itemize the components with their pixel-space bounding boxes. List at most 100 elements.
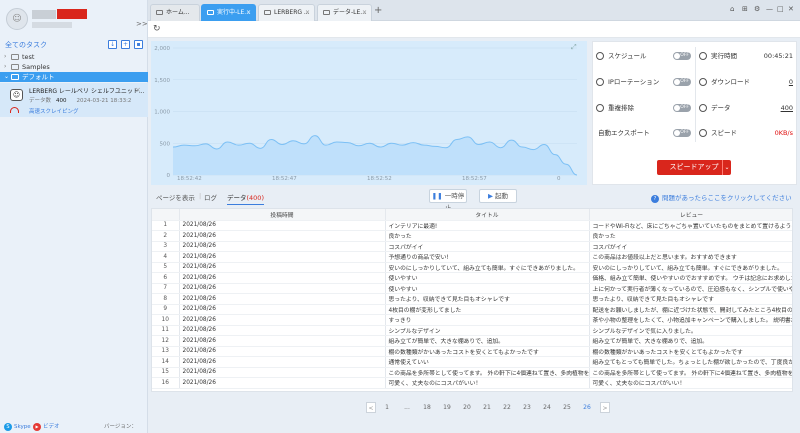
expand-icon[interactable]: ⤢ (571, 43, 577, 52)
table-row[interactable]: 14 2021/08/26 通常使えていい 組み立てもとっても簡単でした。ちょっとした… (152, 356, 792, 368)
tree-item-samples[interactable]: › Samples (0, 62, 148, 72)
import-icon[interactable]: ↓ (108, 40, 117, 49)
schedule-toggle[interactable]: OFF (673, 52, 691, 60)
ip-rotation-toggle[interactable]: OFF (673, 78, 691, 86)
table-row[interactable]: 9 2021/08/26 4枚目の棚が変形してました 配送をお願いしましたが、棚に近づ… (152, 304, 792, 315)
title-cell: 良かった (385, 230, 590, 242)
page-button[interactable]: 1 (380, 402, 394, 413)
auto-export-toggle[interactable]: OFF (673, 129, 691, 137)
page-button[interactable]: 20 (460, 402, 474, 413)
page-button[interactable]: 22 (500, 402, 514, 413)
next-page-button[interactable]: > (600, 402, 610, 413)
page-button[interactable]: 25 (560, 402, 574, 413)
youtube-icon[interactable]: ▶ (33, 423, 41, 431)
data-value[interactable]: 400 (781, 101, 793, 115)
table-row[interactable]: 10 2021/08/26 すっきり 茶や小物の整理をしたくて、小物追加キャンペーンで… (152, 314, 792, 326)
grid-icon[interactable]: ⊞ (742, 5, 748, 13)
page-button[interactable]: 23 (520, 402, 534, 413)
column-header[interactable]: レビュー (589, 209, 792, 221)
dedupe-toggle[interactable]: OFF (673, 104, 691, 112)
refresh-icon[interactable]: ↻ (153, 24, 161, 34)
calendar-icon (596, 52, 604, 60)
table-row[interactable]: 16 2021/08/26 可愛く、丈夫なのにコスパがいい！ 可愛く、丈夫なのにコスパ… (152, 377, 792, 389)
download-icon (699, 78, 707, 86)
tree-item-test[interactable]: › test (0, 52, 148, 62)
page-button[interactable]: 18 (420, 402, 434, 413)
clock-icon (699, 52, 707, 60)
table-row[interactable]: 3 2021/08/26 コスパがイイ コスパがイイ (152, 241, 792, 252)
stat-label: スケジュール (608, 52, 647, 60)
page-button[interactable]: 21 (480, 402, 494, 413)
tree-item-default[interactable]: ⌄ デフォルト (0, 72, 148, 82)
close-icon[interactable]: × (305, 5, 310, 20)
help-link[interactable]: ? 問題があったらここをクリックしてください (651, 192, 792, 203)
page-button[interactable]: 26 (580, 402, 594, 413)
table-row[interactable]: 8 2021/08/26 思ったより、収納できて見た目もオシャレです 思ったより、収納… (152, 293, 792, 305)
table-row[interactable]: 11 2021/08/26 シンプルなデザイン シンプルなデザインで気に入りました。 (152, 325, 792, 336)
stat-data: データ 400 (699, 101, 793, 115)
user-profile[interactable]: ☺ >> (0, 0, 148, 38)
review-cell: 茶や小物の整理をしたくて、小物追加キャンペーンで購入しました。 説明書がもう少.… (589, 314, 792, 326)
page-button[interactable]: 19 (440, 402, 454, 413)
tab-home[interactable]: ホーム... (150, 4, 200, 21)
table-row[interactable]: 2 2021/08/26 良かった 良かった (152, 230, 792, 242)
review-cell: 配送をお願いしましたが、棚に近づけた状態で、開封してみたところ4枚目の棚が変..… (589, 304, 792, 315)
speed-chart: 2,000 1,500 1,000 500 0 18:52:42 18:52:47 18:52… (151, 41, 587, 185)
minimize-icon[interactable]: — (766, 5, 773, 13)
tab-log[interactable]: ログ (204, 192, 217, 202)
close-icon[interactable]: × (362, 5, 367, 20)
start-button[interactable]: ▶ 起動 (479, 189, 517, 203)
new-task-icon[interactable]: + (121, 40, 130, 49)
speed-value: 0KB/s (774, 129, 793, 137)
table-row[interactable]: 7 2021/08/26 使いやすい 上に何かって実行者が薄くなっているので、圧迫感も… (152, 283, 792, 294)
tab-data[interactable]: データ-LE... × (317, 4, 372, 21)
x-tick-label: 18:52:42 (177, 176, 202, 182)
maximize-icon[interactable]: □ (777, 5, 784, 13)
table-row[interactable]: 1 2021/08/26 インテリアに最適! コードやWi-Fiなど、床にごちゃごちゃ… (152, 220, 792, 231)
tab-running[interactable]: 実行中-LE... × (201, 4, 256, 21)
close-icon[interactable]: ✕ (788, 5, 794, 13)
table-row[interactable]: 5 2021/08/26 安いのにしっかりしていて、組み立ても簡単。すぐにできあがり… (152, 262, 792, 273)
collapse-sidebar-button[interactable]: >> (136, 20, 148, 28)
table-row[interactable]: 13 2021/08/26 棚の数種類がかいあったコストを安くとてもよかったです 棚の… (152, 346, 792, 357)
chevron-down-icon[interactable]: ⌄ (722, 160, 731, 175)
table-row[interactable]: 15 2021/08/26 この商品を多所帯として使ってます。 外の軒下に4個連ねて… (152, 367, 792, 378)
new-folder-icon[interactable]: ▪ (134, 40, 143, 49)
title-cell: 安いのにしっかりしていて、組み立ても簡単。すぐにできあがりました。 (385, 262, 590, 273)
tree-item-label: デフォルト (22, 73, 55, 81)
column-header[interactable]: 投稿時間 (179, 209, 386, 221)
username-blurred (32, 10, 56, 19)
prev-page-button[interactable]: < (366, 402, 376, 413)
column-header (152, 209, 180, 221)
page-icon (264, 10, 271, 15)
speedup-button[interactable]: スピードアップ ⌄ (657, 160, 731, 175)
stat-label: ダウンロード (711, 78, 750, 86)
table-row[interactable]: 4 2021/08/26 予想通りの商品で安い! この商品はお値段以上だと思います。お… (152, 251, 792, 263)
table-row[interactable]: 12 2021/08/26 組み立てが簡単で、大きな棚ありで、追加。 組み立てが簡単で… (152, 335, 792, 347)
version-label: バージョン：4.0.2 (104, 424, 137, 430)
speedometer-icon (699, 129, 707, 137)
gear-icon[interactable]: ⚙ (754, 5, 760, 13)
table-header: 投稿時間 タイトル レビュー (152, 209, 792, 221)
gift-icon[interactable]: ⌂ (730, 5, 734, 13)
table-row[interactable]: 6 2021/08/26 使いやすい 価格、組み立て簡単、使いやすいのでおすすめです。… (152, 272, 792, 284)
video-link[interactable]: ビデオ (43, 421, 60, 433)
close-icon[interactable]: × (135, 86, 141, 94)
tab-data-view[interactable]: データ(400) (227, 192, 264, 205)
pause-button[interactable]: ❚❚一時停止 (429, 189, 467, 212)
column-header[interactable]: タイトル (385, 209, 590, 221)
stat-label: 重複排除 (608, 104, 634, 112)
post-time-cell: 2021/08/26 (179, 262, 386, 273)
skype-icon[interactable]: S (4, 423, 12, 431)
avatar[interactable]: ☺ (6, 8, 28, 30)
task-item[interactable]: ☺ LERBERG レールベリ シェルフユニット... × データ数 400 202… (0, 83, 148, 117)
download-value[interactable]: 0 (789, 75, 793, 89)
skype-link[interactable]: Skype (14, 421, 31, 433)
page-button[interactable]: 24 (540, 402, 554, 413)
close-icon[interactable]: × (246, 5, 251, 20)
add-tab-button[interactable]: + (374, 5, 382, 16)
post-time-cell: 2021/08/26 (179, 335, 386, 347)
tab-page-view[interactable]: ページを表示 (156, 192, 195, 202)
tab-lerberg[interactable]: LERBERG ... × (258, 4, 315, 21)
speedometer-icon (10, 107, 19, 113)
